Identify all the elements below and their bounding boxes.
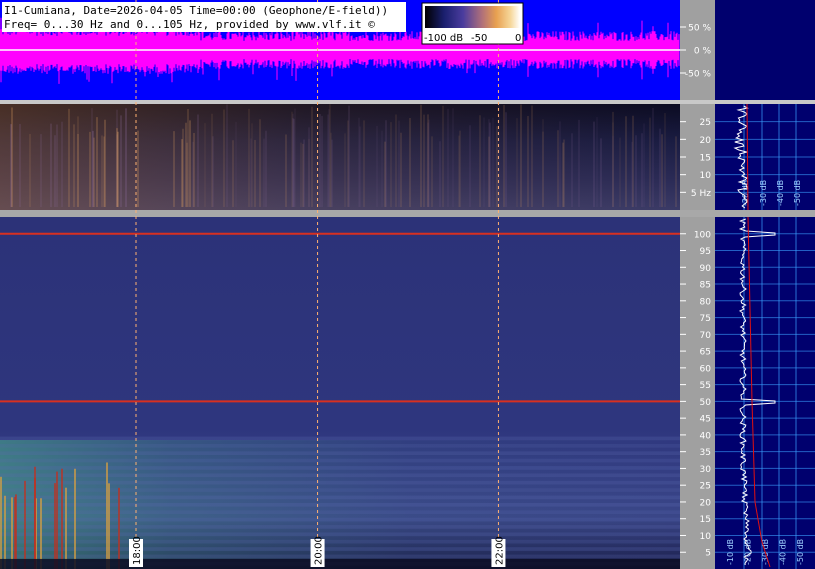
spectrogram-high-tick-label: 95	[700, 247, 711, 257]
time-marker-label: 22:00	[494, 536, 505, 565]
spectrogram-high-tick-label: 35	[700, 448, 711, 458]
spectrogram-low-tick-label: 15	[700, 154, 711, 164]
profile-high-db-label: -10 dB	[726, 539, 735, 565]
colorbar-gradient	[425, 6, 520, 28]
spectrogram-high-tick-label: 15	[700, 515, 711, 525]
spectrogram-high-tick-label: 40	[700, 431, 712, 441]
spectrogram-high-band	[0, 525, 680, 529]
spectrogram-high-tick-label: 80	[700, 297, 712, 307]
spectrogram-high-band	[0, 458, 680, 463]
header-line-2: Freq= 0...30 Hz and 0...105 Hz, provided…	[4, 18, 375, 31]
spectrogram-low-tick-label: 25	[700, 118, 711, 128]
spectrogram-high-band	[0, 539, 680, 544]
spectrogram-high-tick-label: 5	[705, 549, 711, 559]
vlf-spectrogram-figure: 50 %0 %-50 % 252015105 Hz -20 dB -30 dB -4…	[0, 0, 815, 569]
waveform-side-panel	[715, 0, 815, 100]
profile-high-db-label: -40 dB	[779, 539, 788, 565]
profile-high-panel	[715, 217, 815, 569]
waveform-tick-label: -50 %	[685, 70, 712, 80]
colorbar-label-min: -100 dB	[424, 33, 463, 44]
spectrogram-high-band	[0, 502, 680, 507]
spectrogram-high-band	[0, 436, 680, 441]
spectrogram-high-tick-label: 55	[700, 381, 711, 391]
spectrogram-high-band	[0, 466, 680, 470]
waveform-tick-label: 0 %	[694, 47, 712, 57]
profile-low-db-label: -50 dB	[793, 180, 802, 206]
header-line-1: I1-Cumiana, Date=2026-04-05 Time=00:00 (…	[4, 4, 388, 17]
colorbar-label-mid: -50	[471, 33, 487, 44]
spectrogram-high-band	[0, 488, 680, 492]
spectrogram-high-tick-label: 20	[700, 498, 712, 508]
panel-divider	[0, 100, 815, 104]
spectrogram-high-tick-label: 50	[700, 398, 712, 408]
spectrogram-high-tick-label: 85	[700, 281, 711, 291]
spectrogram-high-floor	[0, 558, 680, 569]
spectrogram-high-band	[0, 480, 680, 485]
spectrogram-high-tick-label: 75	[700, 314, 711, 324]
spectrogram-high-tick-label: 90	[700, 264, 712, 274]
spectrogram-low-tick-label: 10	[700, 171, 712, 181]
spectrogram-high-tick-label: 70	[700, 331, 712, 341]
time-marker-label: 20:00	[314, 536, 325, 565]
spectrogram-high-band	[0, 451, 680, 456]
spectrogram-high-tick-label: 10	[700, 532, 712, 542]
spectrogram-high-tick-label: 100	[694, 230, 711, 240]
spectrogram-low-tick-label: 20	[700, 136, 712, 146]
profile-low-db-label: -30 dB	[759, 180, 768, 206]
spectrogram-high-band	[0, 547, 680, 551]
spectrogram-high-band	[0, 510, 680, 515]
panel-divider	[0, 210, 815, 217]
profile-high-db-label: -50 dB	[796, 539, 805, 565]
spectrogram-high-tick-label: 60	[700, 364, 712, 374]
spectrogram-low-tick-label: 5 Hz	[691, 189, 711, 199]
colorbar-label-max: 0	[515, 33, 521, 44]
time-marker-label: 18:00	[132, 536, 143, 565]
spectrogram-high-band	[0, 517, 680, 522]
spectrogram-high-band	[0, 532, 680, 537]
spectrogram-high-tick-label: 65	[700, 348, 711, 358]
spectrogram-high-tick-label: 25	[700, 482, 711, 492]
spectrogram-high-band	[0, 554, 680, 559]
spectrogram-high-tick-label: 45	[700, 415, 711, 425]
spectrogram-high-band	[0, 443, 680, 448]
spectrogram-high-band	[0, 473, 680, 478]
profile-low-db-label: -40 dB	[776, 180, 785, 206]
spectrogram-high-band	[0, 495, 680, 500]
spectrogram-high-tick-label: 30	[700, 465, 712, 475]
waveform-tick-label: 50 %	[688, 24, 711, 34]
